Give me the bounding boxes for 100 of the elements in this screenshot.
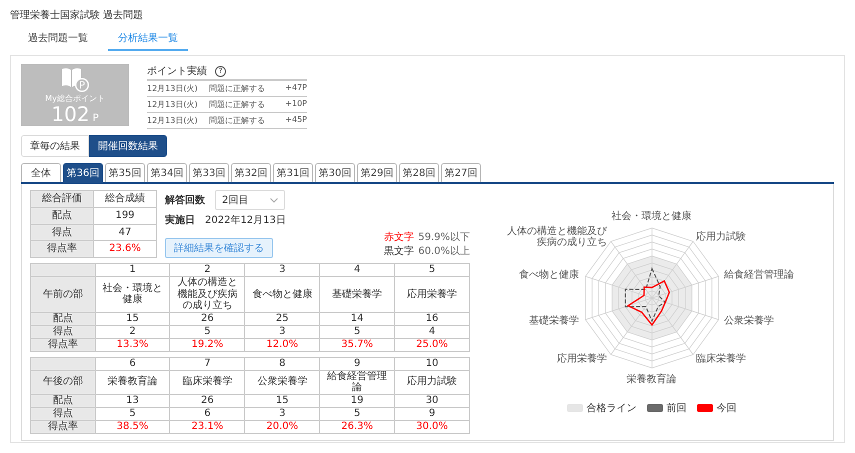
table-cell: 得点率: [30, 240, 94, 258]
table-cell: 5: [320, 325, 395, 338]
radar-axis-label: 臨床栄養学: [696, 354, 746, 365]
history-date: 12月13日(火): [147, 115, 199, 126]
table-cell: 1: [95, 264, 170, 276]
round-tab[interactable]: 第30回: [315, 163, 355, 182]
radar-axis-label: 人体の構造と機能及び疾病の成り立ち: [506, 226, 607, 248]
points-value: 102: [51, 104, 90, 124]
history-title: ポイント実績: [147, 64, 207, 78]
note-text: 59.9%以下: [418, 230, 470, 244]
table-cell: 臨床栄養学: [170, 370, 245, 394]
table-cell: 3: [244, 407, 320, 420]
table-cell: 20.0%: [244, 420, 320, 433]
table-cell: 47: [94, 224, 156, 241]
table-cell: 6: [170, 407, 245, 420]
round-tab[interactable]: 第29回: [357, 163, 397, 182]
table-cell: 25: [244, 312, 320, 325]
table-cell: 得点率: [30, 420, 96, 433]
table-cell: 12.0%: [244, 338, 320, 351]
table-cell: 5: [320, 407, 395, 420]
table-cell: 午前の部: [30, 276, 96, 312]
table-cell: 4: [320, 264, 395, 276]
table-cell: 35.7%: [320, 338, 395, 351]
round-tab[interactable]: 全体: [21, 163, 61, 182]
round-tab[interactable]: 第32回: [231, 163, 271, 182]
table-cell: 9: [320, 357, 395, 370]
table-cell: 配点: [30, 312, 96, 325]
table-cell: 応用栄養学: [394, 276, 470, 312]
table-cell: 38.5%: [95, 420, 170, 433]
table-cell: 15: [95, 312, 170, 325]
table-cell: 9: [394, 407, 470, 420]
table-cell: 199: [94, 207, 156, 224]
table-cell: 5: [394, 264, 470, 276]
table-cell: 栄養教育論: [95, 370, 170, 394]
table-cell: 公衆栄養学: [244, 370, 320, 394]
history-date: 12月13日(火): [147, 99, 199, 110]
table-cell: 5: [95, 407, 170, 420]
exam-date: 2022年12月13日: [205, 214, 286, 227]
table-cell: 19: [320, 394, 395, 407]
table-cell: 14: [320, 312, 395, 325]
table-cell: 13.3%: [95, 338, 170, 351]
table-cell: 23.1%: [170, 420, 245, 433]
table-cell: 4: [394, 325, 470, 338]
radar-axis-label: 食べ物と健康: [519, 269, 580, 280]
history-date: 12月13日(火): [147, 83, 199, 94]
table-cell: 社会・環境と健康: [95, 276, 170, 312]
history-points: +47P: [285, 83, 307, 94]
history-points: +45P: [285, 115, 307, 126]
date-label: 実施日: [165, 213, 195, 227]
page-tab[interactable]: 過去問題一覧: [18, 28, 98, 51]
table-cell: 基礎栄養学: [320, 276, 395, 312]
round-tab[interactable]: 第33回: [189, 163, 229, 182]
round-tab[interactable]: 第35回: [105, 163, 145, 182]
view-toggle-button[interactable]: 章毎の結果: [21, 135, 89, 157]
table-cell: 30: [394, 394, 470, 407]
table-cell: 配点: [30, 394, 96, 407]
round-tab[interactable]: 第36回: [63, 163, 103, 182]
table-cell: 給食経営管理論: [320, 370, 395, 394]
page-tab[interactable]: 分析結果一覧: [108, 28, 188, 51]
table-cell: 得点: [30, 325, 96, 338]
history-points: +10P: [285, 99, 307, 110]
radar-axis-label: 社会・環境と健康: [612, 211, 692, 222]
round-tab[interactable]: 第34回: [147, 163, 187, 182]
table-cell: 16: [394, 312, 470, 325]
table-cell: 2: [95, 325, 170, 338]
table-cell: 人体の構造と機能及び疾病の成り立ち: [170, 276, 245, 312]
legend-label: 合格ライン: [586, 402, 636, 415]
table-cell: 2: [170, 264, 245, 276]
table-cell: 7: [170, 357, 245, 370]
round-tab[interactable]: 第27回: [441, 163, 481, 182]
radar-axis-label: 基礎栄養学: [529, 316, 580, 327]
table-cell: 6: [95, 357, 170, 370]
note-text: 60.0%以上: [418, 244, 470, 258]
table-cell: 23.6%: [94, 240, 156, 258]
table-cell: 10: [394, 357, 470, 370]
table-cell: 13: [95, 394, 170, 407]
table-cell: 総合評価: [30, 190, 94, 208]
view-toggle-button[interactable]: 開催回数結果: [89, 135, 167, 157]
note-key: 赤文字: [384, 230, 414, 244]
points-label: My総合ポイント: [45, 93, 105, 104]
table-cell: 3: [244, 264, 320, 276]
round-tab[interactable]: 第31回: [273, 163, 313, 182]
history-reason: 問題に正解する: [209, 83, 266, 94]
page-title: 管理栄養士国家試験 過去問題: [10, 8, 144, 22]
round-tab[interactable]: 第28回: [399, 163, 439, 182]
table-cell: 得点: [30, 407, 96, 420]
table-cell: 食べ物と健康: [244, 276, 320, 312]
table-cell: 5: [170, 325, 245, 338]
attempt-label: 解答回数: [165, 194, 205, 207]
attempt-select[interactable]: 2回目: [215, 190, 286, 210]
chevron-down-icon: [270, 198, 278, 202]
table-cell: 15: [244, 394, 320, 407]
table-cell: 26: [170, 394, 245, 407]
table-cell: 3: [244, 325, 320, 338]
table-cell: 得点: [30, 224, 94, 241]
table-cell: 応用力試験: [394, 370, 470, 394]
table-cell: 25.0%: [394, 338, 470, 351]
table-cell: 配点: [30, 207, 94, 224]
history-reason: 問題に正解する: [209, 115, 266, 126]
radar-axis-label: 応用栄養学: [556, 354, 607, 365]
